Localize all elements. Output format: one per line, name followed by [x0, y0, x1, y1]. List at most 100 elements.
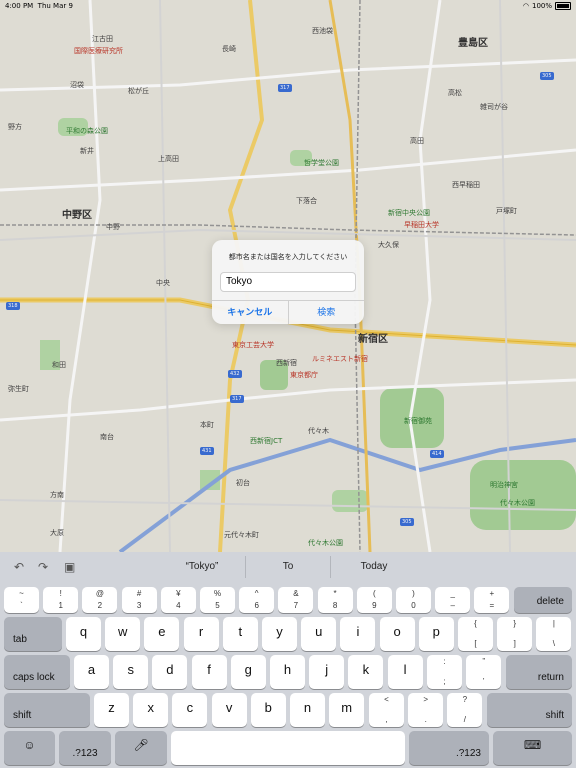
key-3[interactable]: #3 — [121, 587, 157, 613]
key-n[interactable]: n — [290, 693, 325, 727]
suggestion-3[interactable]: Today — [332, 561, 416, 572]
key-w[interactable]: w — [105, 617, 141, 651]
redo-icon[interactable]: ↷ — [38, 560, 48, 574]
return-key[interactable]: return — [506, 655, 572, 689]
key-m[interactable]: m — [329, 693, 365, 727]
key-a[interactable]: a — [74, 655, 109, 689]
key-4[interactable]: ¥4 — [160, 587, 196, 613]
key-symbol: ] — [513, 639, 516, 648]
cancel-button[interactable]: キャンセル — [212, 301, 289, 324]
key-e[interactable]: e — [144, 617, 180, 651]
dictation-key[interactable]: 🎤︎ — [115, 731, 167, 765]
key-shift-symbol: ^ — [254, 589, 259, 598]
key-c[interactable]: c — [172, 693, 208, 727]
key-symbol: 3 — [136, 601, 142, 610]
key-letter: b — [264, 700, 272, 715]
key-shift-symbol: ! — [59, 589, 62, 598]
key-letter: x — [147, 700, 154, 715]
key-x[interactable]: x — [133, 693, 169, 727]
key-l[interactable]: l — [387, 655, 423, 689]
key-`[interactable]: ~ ` — [4, 587, 39, 613]
key-punct-2[interactable]: ? / — [447, 693, 483, 727]
key-\[interactable]: | \ — [536, 617, 572, 651]
dismiss-keyboard-key[interactable]: ⌨ — [493, 731, 572, 765]
key-letter: s — [127, 662, 134, 677]
key-quote-0[interactable]: :; — [427, 655, 462, 689]
suggestion-2[interactable]: To — [246, 561, 330, 572]
key-6[interactable]: ^ 6 — [239, 587, 275, 613]
caps-lock-key[interactable]: caps lock — [4, 655, 70, 689]
key-symbol: 1 — [58, 601, 63, 610]
key-r[interactable]: r — [183, 617, 219, 651]
city-input[interactable]: Tokyo — [220, 272, 356, 292]
key-punct-0[interactable]: <, — [369, 693, 404, 727]
key-[[interactable]: {[ — [458, 617, 493, 651]
key-y[interactable]: y — [262, 617, 297, 651]
key-p[interactable]: p — [418, 617, 454, 651]
key-letter: q — [79, 624, 88, 639]
key-shift-symbol: _ — [450, 589, 455, 598]
numbers-key-left[interactable]: .?123 — [59, 731, 111, 765]
paste-icon[interactable]: ▣ — [64, 560, 75, 574]
search-button[interactable]: 検索 — [289, 301, 365, 324]
key-z[interactable]: z — [94, 693, 129, 727]
key-shift-symbol: + — [489, 589, 495, 598]
key-k[interactable]: k — [348, 655, 384, 689]
key-symbol: \ — [552, 639, 555, 648]
key-1[interactable]: ! 1 — [43, 587, 79, 613]
key-shift-symbol: ~ — [19, 589, 24, 598]
key-o[interactable]: o — [379, 617, 415, 651]
key-9[interactable]: (9 — [356, 587, 392, 613]
key-symbol: 9 — [372, 601, 377, 610]
suggestion-1[interactable]: “Tokyo” — [160, 561, 244, 572]
city-search-dialog: 都市名または国名を入力してください Tokyo キャンセル 検索 — [212, 240, 364, 324]
key-–[interactable]: _ – — [435, 587, 471, 613]
key-h[interactable]: h — [270, 655, 305, 689]
key-q[interactable]: q — [66, 617, 101, 651]
key-0[interactable]: ) 0 — [396, 587, 431, 613]
key-d[interactable]: d — [152, 655, 188, 689]
key-letter: y — [276, 624, 283, 639]
delete-key[interactable]: delete — [514, 587, 572, 613]
key-f[interactable]: f — [191, 655, 227, 689]
tab-key[interactable]: tab — [4, 617, 62, 651]
emoji-key[interactable]: ☺ — [4, 731, 55, 765]
key-8[interactable]: * 8 — [317, 587, 353, 613]
key-letter: c — [186, 700, 194, 715]
key-letter: j — [325, 662, 329, 677]
key-v[interactable]: v — [211, 693, 247, 727]
key-u[interactable]: u — [301, 617, 337, 651]
key-s[interactable]: s — [113, 655, 149, 689]
map-view[interactable]: 4:00 PM Thu Mar 9 ◠ 100% 中野区 新宿区 豊島区 江古田 沼袋松… — [0, 0, 576, 552]
key-t[interactable]: t — [222, 617, 258, 651]
microphone-icon: 🎤︎ — [133, 738, 149, 752]
key-letter: g — [244, 662, 252, 677]
keyboard-dismiss-icon: ⌨ — [523, 738, 542, 752]
key-symbol: ` — [20, 601, 23, 610]
key-b[interactable]: b — [250, 693, 286, 727]
shift-key-left[interactable]: shift — [4, 693, 90, 727]
shift-key-right[interactable]: shift — [487, 693, 572, 727]
key-shift-symbol: | — [552, 619, 555, 628]
dialog-message: 都市名または国名を入力してください — [228, 253, 348, 261]
key-symbol: , — [385, 715, 388, 724]
key-letter: o — [393, 624, 401, 639]
key-2[interactable]: @2 — [82, 587, 118, 613]
key-=[interactable]: + = — [474, 587, 510, 613]
key-quote-1[interactable]: ”’ — [466, 655, 502, 689]
key-5[interactable]: % 5 — [200, 587, 235, 613]
key-punct-1[interactable]: >. — [408, 693, 444, 727]
key-g[interactable]: g — [230, 655, 266, 689]
key-letter: p — [432, 624, 440, 639]
undo-icon[interactable]: ↶ — [14, 560, 24, 574]
key-i[interactable]: i — [340, 617, 376, 651]
numbers-key-right[interactable]: .?123 — [409, 731, 489, 765]
key-7[interactable]: & 7 — [278, 587, 314, 613]
suggestion-bar: ↶ ↷ ▣ “Tokyo” To Today — [0, 552, 576, 582]
key-j[interactable]: j — [309, 655, 345, 689]
space-key[interactable] — [171, 731, 405, 765]
key-][interactable]: }] — [497, 617, 533, 651]
key-shift-symbol: : — [443, 657, 446, 666]
key-label: shift — [545, 710, 564, 721]
key-symbol: 5 — [215, 601, 220, 610]
